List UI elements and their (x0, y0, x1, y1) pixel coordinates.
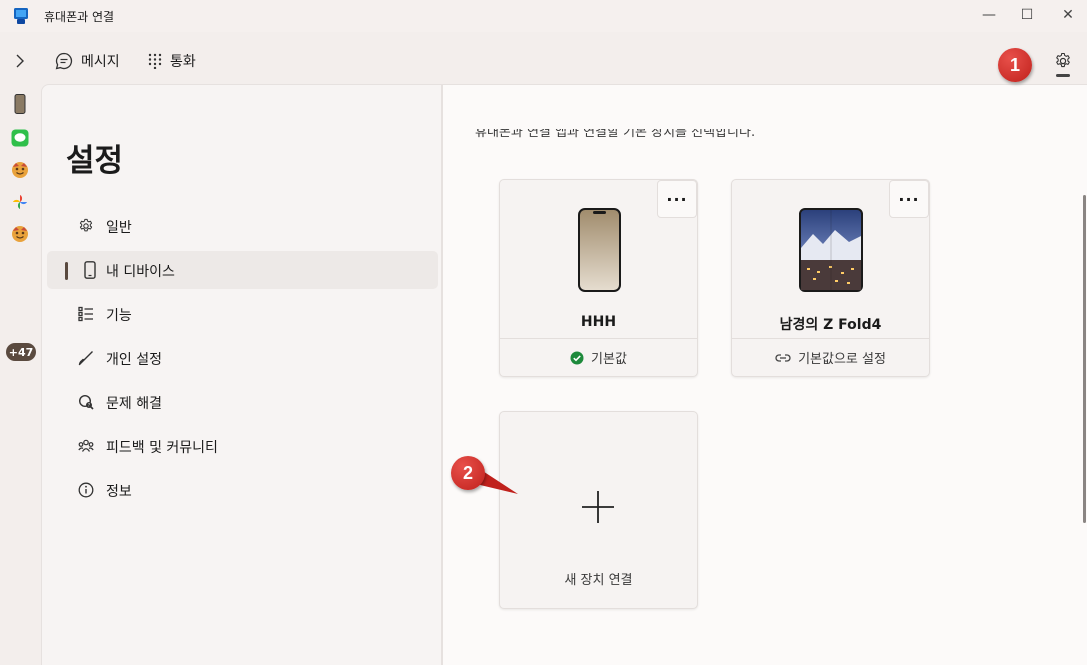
nav-item-label: 정보 (106, 484, 132, 500)
list-icon (77, 305, 95, 323)
calls-tab[interactable]: 통화 (148, 48, 196, 74)
add-new-device-button[interactable]: 새 장치 연결 (499, 411, 698, 609)
phone-icon (81, 261, 99, 279)
close-button[interactable]: ✕ (1045, 0, 1087, 30)
rail-phone[interactable] (10, 94, 30, 114)
link-icon (775, 353, 791, 362)
more-notifications-badge[interactable]: +47 (6, 343, 36, 361)
foldable-phone-image (799, 208, 863, 292)
gear-icon (1056, 52, 1070, 68)
device-card-z-fold4[interactable]: ··· 남경의 Z Fold4 기본값으로 설정 (731, 179, 930, 377)
rail-photos-app[interactable] (10, 192, 30, 212)
step-marker-1: 1 (998, 48, 1032, 82)
default-status-label: 기본값 (591, 352, 627, 367)
dialpad-icon (148, 53, 162, 69)
device-name: HHH (580, 314, 617, 330)
maximize-button[interactable]: ☐ (1004, 0, 1050, 30)
pinwheel-icon (13, 195, 27, 209)
plus-icon (582, 491, 614, 523)
phone-image (578, 208, 621, 292)
people-icon (77, 437, 95, 455)
troubleshoot-icon: ? (77, 393, 95, 411)
more-options-button[interactable]: ··· (889, 180, 929, 218)
window-title: 휴대폰과 연결 (44, 10, 115, 24)
rail-contact-1[interactable] (10, 160, 30, 180)
page-description: 휴대폰과 연결 앱과 연결할 기본 장치를 선택합니다. (475, 125, 756, 140)
vertical-scrollbar[interactable] (1083, 195, 1086, 523)
settings-active-indicator (1056, 74, 1070, 77)
calls-label: 통화 (170, 54, 196, 70)
messages-app-icon (11, 129, 29, 147)
settings-button[interactable] (1050, 48, 1076, 74)
title-bar: 휴대폰과 연결 — ☐ ✕ (0, 0, 1087, 32)
nav-item-label: 문제 해결 (106, 396, 162, 412)
nav-item-label: 일반 (106, 220, 132, 236)
app-icon (14, 8, 28, 24)
more-options-button[interactable]: ··· (657, 180, 697, 218)
info-icon (77, 481, 95, 499)
phone-thumbnail-icon (14, 94, 26, 114)
add-device-label: 새 장치 연결 (564, 573, 633, 588)
messages-tab[interactable]: 메시지 (55, 48, 120, 74)
emoji-avatar-icon (12, 162, 28, 178)
rail-contact-2[interactable] (10, 224, 30, 244)
expand-rail-button[interactable] (9, 50, 31, 72)
gear-icon (77, 217, 95, 235)
nav-item-feedback-community[interactable]: 피드백 및 커뮤니티 (47, 427, 438, 465)
brush-icon (77, 349, 95, 367)
chevron-right-icon (16, 54, 24, 68)
page-title: 설정 (66, 143, 124, 179)
default-status: 기본값 (500, 338, 697, 376)
nav-item-label: 기능 (106, 308, 132, 324)
messages-label: 메시지 (81, 54, 120, 70)
notification-rail: +47 (0, 84, 40, 665)
settings-panel: 설정 일반 내 디바이스 기능 개인 설정 ? 문제 해결 피드백 및 커뮤니티… (41, 84, 442, 665)
nav-item-personalization[interactable]: 개인 설정 (47, 339, 438, 377)
nav-item-label: 개인 설정 (106, 352, 162, 368)
rail-messages-app[interactable] (10, 128, 30, 148)
chat-bubble-icon (55, 52, 73, 70)
nav-item-general[interactable]: 일반 (47, 207, 438, 245)
check-circle-icon (570, 351, 584, 364)
set-as-default-button[interactable]: 기본값으로 설정 (732, 338, 929, 376)
nav-item-label: 내 디바이스 (106, 264, 175, 280)
nav-item-troubleshooting[interactable]: ? 문제 해결 (47, 383, 438, 421)
step-marker-2: 2 (451, 456, 485, 490)
my-devices-content: 휴대폰과 연결 앱과 연결할 기본 장치를 선택합니다. ··· HHH 기본값… (442, 84, 1087, 665)
device-name: 남경의 Z Fold4 (779, 317, 882, 333)
emoji-avatar-icon (12, 226, 28, 242)
nav-item-my-devices[interactable]: 내 디바이스 (47, 251, 438, 289)
device-card-hhh[interactable]: ··· HHH 기본값 (499, 179, 698, 377)
nav-item-features[interactable]: 기능 (47, 295, 438, 333)
nav-item-label: 피드백 및 커뮤니티 (106, 440, 218, 456)
set-as-default-label: 기본값으로 설정 (798, 352, 886, 367)
toolbar: 메시지 통화 (0, 38, 1087, 82)
nav-item-about[interactable]: 정보 (47, 471, 438, 509)
